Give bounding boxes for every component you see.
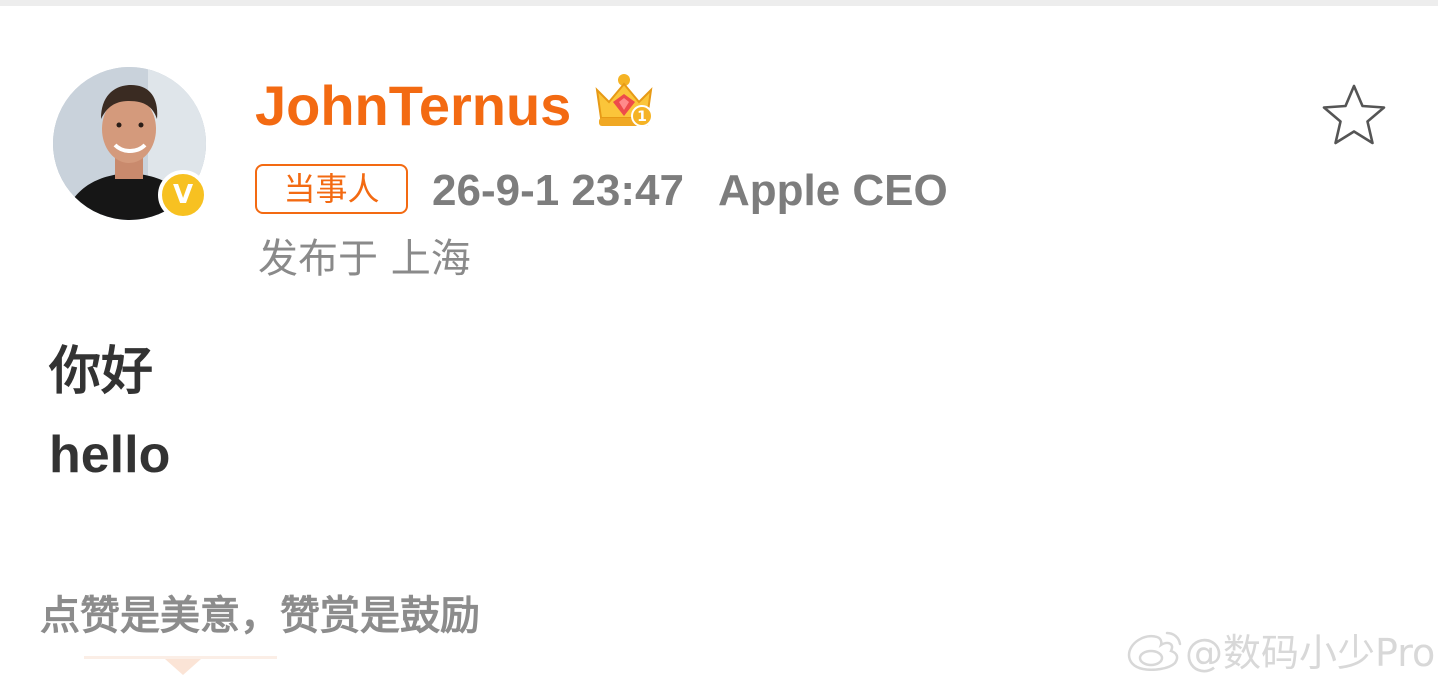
post-content-line: hello — [49, 426, 171, 484]
favorite-star-icon[interactable] — [1320, 82, 1388, 148]
role-tag: 当事人 — [255, 164, 408, 214]
top-divider — [0, 0, 1438, 6]
crown-icon: 1 — [595, 74, 653, 127]
verified-badge-icon: V — [158, 170, 208, 220]
author-name[interactable]: JohnTernus — [255, 74, 571, 138]
watermark-text: @数码小少Pro — [1185, 630, 1436, 675]
watermark: @数码小少Pro — [1123, 625, 1435, 675]
reward-caret-icon — [165, 659, 201, 675]
weibo-icon — [1127, 631, 1182, 671]
post-content-line: 你好 — [49, 342, 154, 402]
post-meta: 26-9-1 23:47 Apple CEO — [432, 166, 948, 216]
post-location: 发布于 上海 — [258, 236, 471, 282]
reward-prompt[interactable]: 点赞是美意，赞赏是鼓励 — [40, 590, 480, 642]
rank-level: 1 — [637, 109, 647, 125]
author-title: Apple CEO — [717, 166, 948, 215]
post-timestamp: 26-9-1 23:47 — [432, 166, 684, 215]
